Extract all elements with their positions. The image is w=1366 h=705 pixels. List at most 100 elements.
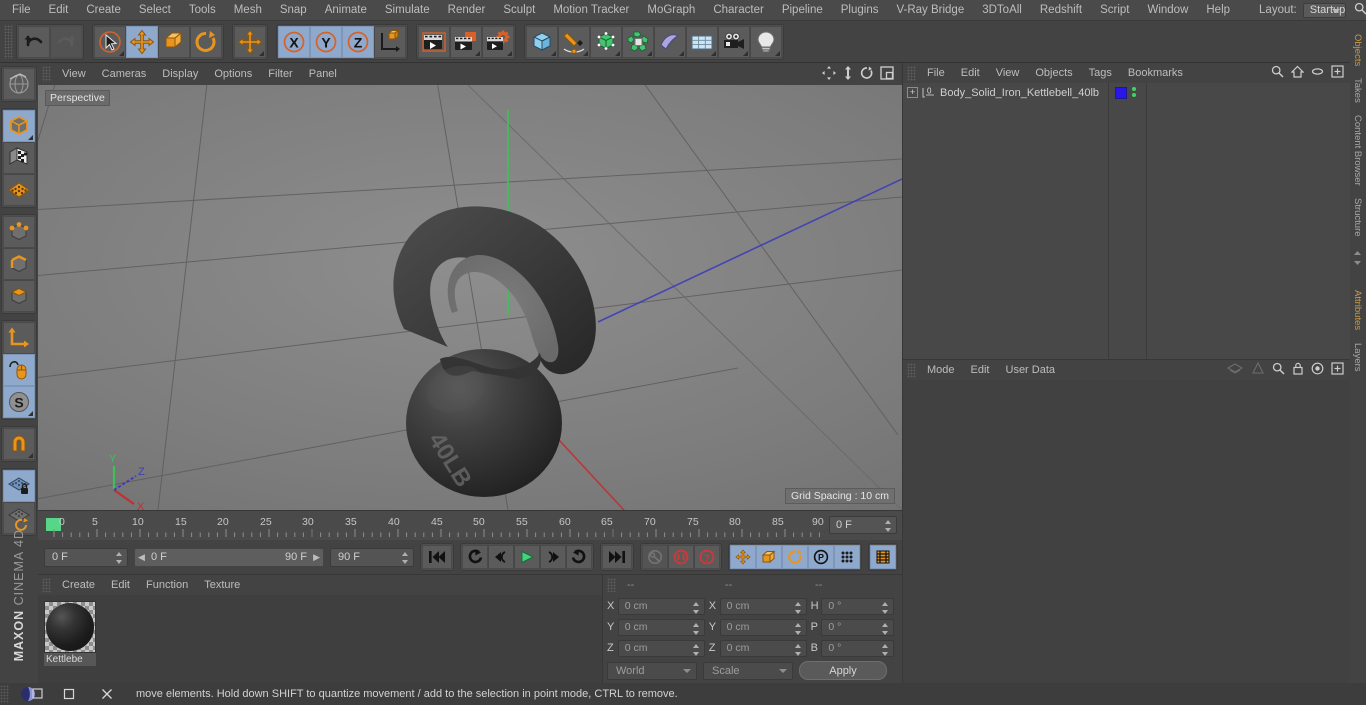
menu-sculpt[interactable]: Sculpt — [494, 0, 544, 21]
rotation-key-button[interactable] — [782, 545, 808, 569]
close-button[interactable] — [88, 684, 126, 704]
floor-button[interactable] — [686, 25, 718, 58]
world-coordinate-button[interactable] — [374, 25, 406, 58]
spinner-icon[interactable] — [692, 643, 700, 656]
points-mode-icon[interactable] — [3, 216, 35, 248]
object-manager-grip[interactable] — [907, 65, 916, 81]
tab-content-browser[interactable]: Content Browser — [1350, 109, 1365, 192]
attributes-menu-user-data[interactable]: User Data — [998, 360, 1064, 380]
undo-button[interactable] — [18, 25, 50, 58]
search-icon[interactable] — [1271, 65, 1284, 81]
axis-z-button[interactable]: Z — [342, 25, 374, 58]
autokeying-button[interactable] — [642, 545, 668, 569]
deformer-button[interactable] — [622, 25, 654, 58]
object-tree[interactable]: + 0 Body_Solid_Iron_Kettlebell_40lb — [903, 83, 1350, 359]
axis-x-button[interactable]: X — [278, 25, 310, 58]
statusbar-grip[interactable] — [0, 685, 9, 703]
object-menu-bookmarks[interactable]: Bookmarks — [1120, 63, 1191, 83]
range-left-arrow-icon[interactable]: ◀ — [138, 552, 145, 563]
menu-redshift[interactable]: Redshift — [1031, 0, 1091, 21]
material-list[interactable]: Kettlebe — [38, 595, 602, 684]
home-icon[interactable] — [1290, 65, 1305, 81]
spinner-icon[interactable] — [882, 601, 889, 614]
preview-range-bar[interactable]: ◀ 0 F 90 F ▶ — [134, 547, 324, 567]
viewport-menu-cameras[interactable]: Cameras — [94, 63, 155, 85]
coordinates-grip[interactable] — [607, 577, 616, 592]
range-right-arrow-icon[interactable]: ▶ — [313, 552, 320, 563]
material-menu-texture[interactable]: Texture — [196, 575, 248, 595]
ellipse-icon[interactable] — [1311, 65, 1324, 81]
render-view-button[interactable] — [418, 25, 450, 58]
redo-button[interactable] — [50, 25, 82, 58]
plus-box-icon[interactable] — [1331, 65, 1344, 81]
material-preview-sphere[interactable] — [44, 601, 96, 653]
viewport-grip[interactable] — [42, 66, 51, 82]
material-grip[interactable] — [42, 577, 51, 593]
axis-y-button[interactable]: Y — [310, 25, 342, 58]
minimize-button[interactable] — [50, 684, 88, 704]
menu-vray-bridge[interactable]: V-Ray Bridge — [887, 0, 973, 21]
visibility-dots[interactable] — [1132, 87, 1136, 97]
rot-b-input[interactable]: 0 ° — [821, 639, 895, 657]
object-menu-view[interactable]: View — [988, 63, 1028, 83]
size-z-input[interactable]: 0 cm — [719, 639, 807, 657]
snap-mode-icon[interactable]: S — [3, 386, 35, 418]
workplane-mode-icon[interactable] — [3, 174, 35, 206]
spline-pen-button[interactable] — [558, 25, 590, 58]
menu-mograph[interactable]: MoGraph — [638, 0, 704, 21]
step-back-button[interactable] — [488, 545, 514, 569]
menu-plugins[interactable]: Plugins — [832, 0, 888, 21]
layers-icon[interactable] — [1226, 362, 1244, 378]
end-frame-field[interactable]: 90 F — [330, 547, 414, 567]
menu-script[interactable]: Script — [1091, 0, 1138, 21]
spinner-icon[interactable] — [692, 601, 700, 614]
cone-icon[interactable] — [1251, 361, 1265, 378]
tab-structure[interactable]: Structure — [1350, 192, 1365, 243]
maximize-viewport-icon[interactable] — [880, 65, 894, 83]
menu-create[interactable]: Create — [77, 0, 130, 21]
scale-key-button[interactable] — [756, 545, 782, 569]
menu-tools[interactable]: Tools — [180, 0, 225, 21]
viewport-menu-panel[interactable]: Panel — [301, 63, 345, 85]
rot-h-input[interactable]: 0 ° — [821, 597, 895, 615]
attributes-menu-edit[interactable]: Edit — [963, 360, 998, 380]
object-menu-tags[interactable]: Tags — [1081, 63, 1120, 83]
model-mode-icon[interactable] — [3, 110, 35, 142]
layout-dropdown[interactable]: Startup — [1302, 2, 1347, 18]
parameter-key-button[interactable]: P — [808, 545, 834, 569]
lock-icon[interactable] — [1292, 362, 1304, 378]
toolbar-grip[interactable] — [4, 24, 13, 59]
pos-y-input[interactable]: 0 cm — [617, 618, 705, 636]
pos-z-input[interactable]: 0 cm — [617, 639, 705, 657]
menu-animate[interactable]: Animate — [316, 0, 376, 21]
timeline-toggle-button[interactable] — [870, 545, 896, 569]
spinner-icon[interactable] — [885, 520, 892, 532]
search-icon[interactable] — [1272, 362, 1285, 378]
plus-box-icon[interactable] — [1331, 362, 1344, 378]
size-y-input[interactable]: 0 cm — [719, 618, 807, 636]
light-button[interactable] — [750, 25, 782, 58]
menu-mesh[interactable]: Mesh — [225, 0, 271, 21]
size-x-input[interactable]: 0 cm — [719, 597, 807, 615]
menu-window[interactable]: Window — [1138, 0, 1197, 21]
object-menu-file[interactable]: File — [919, 63, 953, 83]
coordinate-system-dropdown[interactable]: World — [607, 661, 697, 680]
viewport-3d[interactable]: Perspective 40LB Y X Z Grid Spacing: 10… — [38, 85, 902, 510]
material-tag[interactable] — [1115, 87, 1127, 99]
move-axis-button[interactable] — [234, 25, 266, 58]
viewport-menu-filter[interactable]: Filter — [260, 63, 300, 85]
expand-toggle-icon[interactable]: + — [907, 87, 918, 98]
generator-button[interactable] — [590, 25, 622, 58]
material-menu-edit[interactable]: Edit — [103, 575, 138, 595]
timeline-frame-field[interactable]: 0 F — [829, 516, 897, 534]
scene-object-button[interactable] — [654, 25, 686, 58]
live-selection-tool-button[interactable] — [94, 25, 126, 58]
pos-x-input[interactable]: 0 cm — [617, 597, 705, 615]
spinner-icon[interactable] — [116, 551, 123, 564]
next-keyframe-button[interactable] — [566, 545, 592, 569]
workplane-lock-icon[interactable] — [3, 470, 35, 502]
go-to-end-button[interactable] — [602, 545, 632, 569]
texture-mode-icon[interactable] — [3, 142, 35, 174]
material-menu-create[interactable]: Create — [54, 575, 103, 595]
spinner-icon[interactable] — [882, 622, 889, 635]
